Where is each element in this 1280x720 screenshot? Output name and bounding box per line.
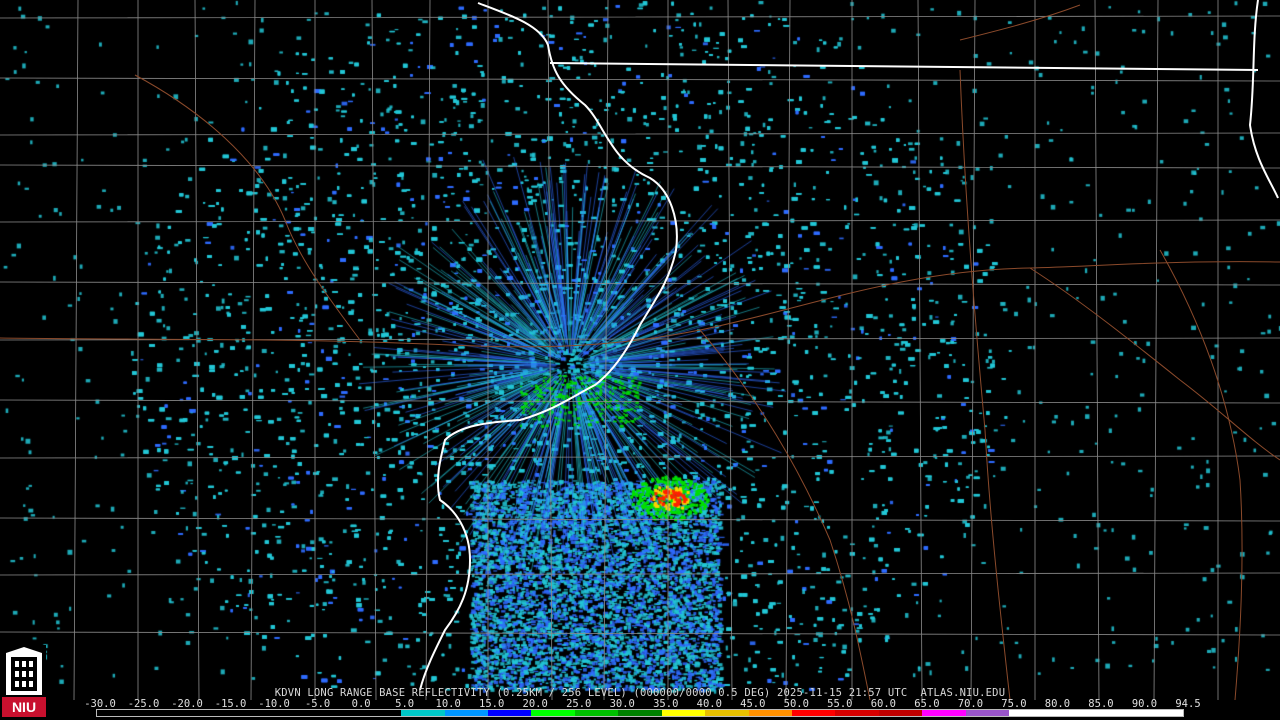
colorbar-segment [487,710,532,716]
colorbar-segment [748,710,792,716]
highway [1159,249,1243,701]
state-line-north [549,62,1259,71]
colorbar-segment [965,710,1010,716]
colorbar-segment [1052,710,1097,716]
colorbar-segment [705,710,749,716]
colorbar-segment [314,710,358,716]
map-overlay [0,0,1280,701]
logo-text: NIU [12,699,36,715]
colorbar-segment [922,710,966,716]
colorbar-segment [97,710,141,716]
colorbar-segment [574,710,619,716]
colorbar-segment [401,710,445,716]
colorbar-segment [531,710,575,716]
colorbar-segment [618,710,662,716]
colorbar-segment [661,710,706,716]
colorbar-segment [444,710,488,716]
colorbar-segment [227,710,271,716]
colorbar-segment [357,710,402,716]
highway [959,4,1081,41]
county-boundaries [0,0,1280,701]
highway [1029,267,1280,461]
colorbar-segment [1096,710,1140,716]
colorbar-segment [878,710,923,716]
highway [134,74,361,341]
colorbar-segment [1009,710,1053,716]
county-grid [0,0,1280,701]
highway [699,329,871,701]
colorbar-segment [140,710,184,716]
colorbar-segment [1139,710,1183,716]
highway-lines [0,4,1280,701]
highway [959,69,1011,701]
colorbar-segment [183,710,228,716]
colorbar-segment [835,710,879,716]
colorbar-segment [270,710,315,716]
reflectivity-colorbar [96,709,1184,717]
niu-logo: NIU [2,645,46,717]
highway [0,261,1280,348]
colorbar-segment [792,710,836,716]
